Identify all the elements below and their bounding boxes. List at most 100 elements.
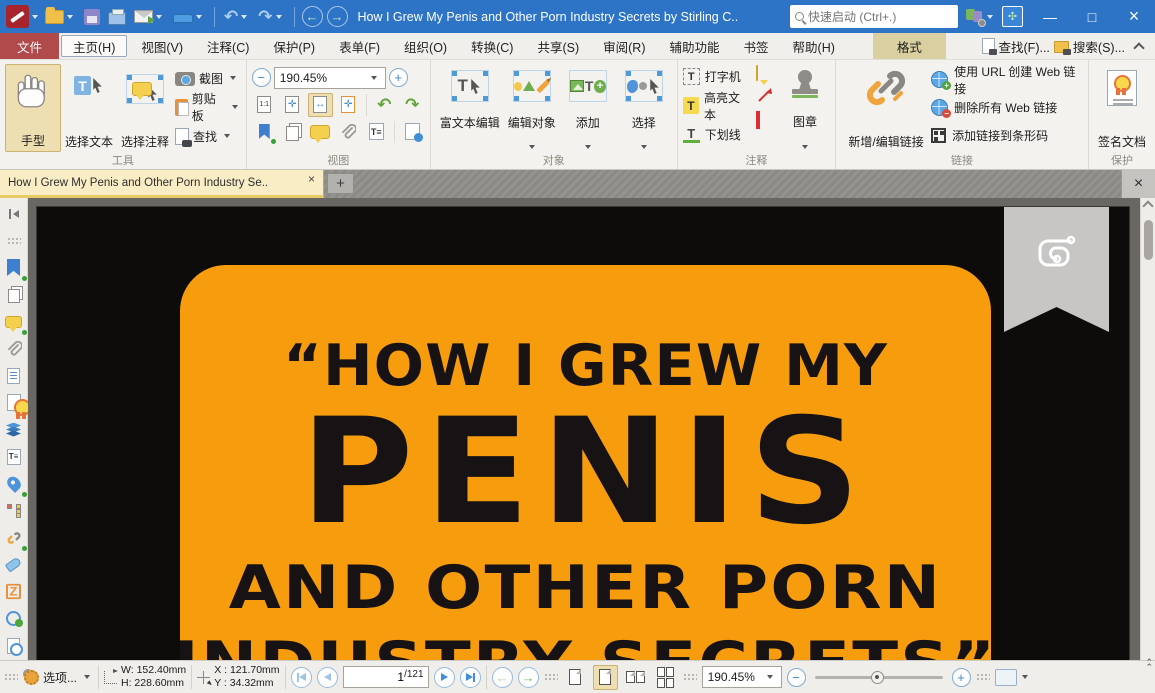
close-document-button[interactable]: × — [1121, 170, 1155, 198]
search-button[interactable]: 搜索(S)... — [1054, 37, 1125, 56]
sidebar-accessibility-report[interactable] — [0, 632, 28, 659]
open-button[interactable] — [41, 3, 80, 31]
tab-close-icon[interactable]: × — [308, 172, 315, 186]
chevron-down-icon[interactable] — [802, 145, 808, 149]
menu-tab[interactable]: 书签 — [732, 33, 781, 59]
chevron-down-icon[interactable] — [529, 145, 535, 149]
quick-launch-input[interactable] — [808, 10, 953, 24]
chevron-down-icon[interactable] — [241, 15, 247, 19]
two-page-layout-button[interactable] — [623, 665, 648, 690]
select-object-button[interactable]: 选择 — [616, 64, 672, 152]
sidebar-structure[interactable] — [0, 497, 28, 524]
drag-dots-icon[interactable] — [544, 673, 558, 681]
comments-pane-button[interactable] — [308, 120, 333, 144]
chevron-down-icon[interactable] — [232, 105, 238, 109]
continuous-layout-button[interactable] — [593, 665, 618, 690]
bookmarks-pane-button[interactable] — [252, 120, 277, 144]
page-number-box[interactable]: /121 — [343, 666, 429, 688]
zoom-slider-thumb[interactable] — [871, 671, 884, 684]
sidebar-comments[interactable] — [0, 308, 28, 335]
menu-tab[interactable]: 转换(C) — [459, 33, 525, 59]
previous-page-button[interactable] — [317, 667, 338, 688]
sidebar-attachments[interactable] — [0, 335, 28, 362]
pane-drag-handle[interactable] — [0, 227, 28, 254]
find-button[interactable]: 查找(F)... — [982, 37, 1050, 56]
menu-tab[interactable]: 主页(H) — [61, 35, 127, 57]
stamp-button[interactable]: 图章 — [780, 64, 830, 152]
menu-tab[interactable]: 视图(V) — [129, 33, 195, 59]
chevron-down-icon[interactable] — [67, 15, 73, 19]
pdf-page[interactable]: “HOW I GREW MY PENIS AND OTHER PORN INDU… — [36, 206, 1130, 660]
sign-document-button[interactable]: 签名文档 — [1094, 64, 1150, 152]
rectangle-annotation-button[interactable] — [756, 113, 774, 127]
zoom-in-button[interactable]: + — [389, 68, 408, 87]
underline-button[interactable]: T下划线 — [683, 122, 750, 147]
scan-button[interactable] — [169, 3, 209, 31]
rotate-cw-button[interactable]: ↷ — [400, 93, 425, 117]
view-back-button[interactable]: ← — [492, 667, 513, 688]
sidebar-links[interactable] — [0, 524, 28, 551]
single-page-layout-button[interactable] — [563, 665, 588, 690]
menu-tab[interactable]: 审阅(R) — [591, 33, 657, 59]
clipboard-button[interactable]: 剪贴板 — [175, 95, 241, 119]
drag-dots-icon[interactable] — [976, 673, 990, 681]
document-tab[interactable]: How I Grew My Penis and Other Porn Indus… — [0, 170, 324, 198]
sticky-note-button[interactable] — [756, 66, 774, 80]
sidebar-fields[interactable] — [0, 362, 28, 389]
next-page-button[interactable] — [434, 667, 455, 688]
attachments-pane-button[interactable] — [336, 120, 361, 144]
fit-page-button[interactable]: ✛ — [280, 93, 305, 117]
sidebar-bookmarks[interactable] — [0, 254, 28, 281]
document-viewport[interactable]: “HOW I GREW MY PENIS AND OTHER PORN INDU… — [28, 198, 1140, 660]
close-button[interactable]: × — [1113, 0, 1155, 33]
sidebar-tags[interactable] — [0, 551, 28, 578]
zoom-slider[interactable] — [815, 676, 943, 679]
sidebar-destinations[interactable] — [0, 470, 28, 497]
chevron-down-icon[interactable] — [987, 15, 993, 19]
app-icon[interactable] — [6, 5, 29, 28]
chevron-down-icon[interactable] — [224, 134, 230, 138]
minimize-button[interactable]: — — [1029, 0, 1071, 33]
redo-button[interactable]: ↷ — [254, 3, 288, 31]
undo-button[interactable]: ↶ — [220, 3, 254, 31]
select-comments-button[interactable]: 选择注释 — [117, 64, 173, 152]
menu-tab[interactable]: 共享(S) — [525, 33, 591, 59]
format-context-tab[interactable]: 格式 — [873, 33, 946, 59]
maximize-button[interactable]: □ — [1071, 0, 1113, 33]
rotate-ccw-button[interactable]: ↶ — [372, 93, 397, 117]
new-tab-button[interactable]: + — [327, 173, 354, 194]
rich-text-edit-button[interactable]: T 富文本编辑 — [436, 64, 504, 152]
chevron-down-icon[interactable] — [32, 15, 38, 19]
theme-settings-button[interactable] — [966, 9, 984, 25]
sidebar-accessibility-check[interactable] — [0, 605, 28, 632]
scroll-up-icon[interactable] — [1142, 200, 1153, 211]
print-button[interactable] — [104, 3, 130, 31]
drag-dots-icon[interactable] — [4, 673, 18, 681]
edit-object-button[interactable]: 编辑对象 — [504, 64, 560, 152]
remove-weblinks-button[interactable]: −删除所有 Web 链接 — [931, 95, 1083, 120]
menu-tab[interactable]: 组织(O) — [392, 33, 459, 59]
sidebar-layers[interactable] — [0, 416, 28, 443]
chevron-down-icon[interactable] — [641, 145, 647, 149]
chevron-down-icon[interactable] — [230, 76, 236, 80]
file-menu-button[interactable]: 文件 — [0, 33, 59, 59]
zoom-level-combo[interactable]: 190.45% — [274, 67, 386, 89]
fit-width-button[interactable]: ↔ — [308, 93, 333, 117]
barcode-link-button[interactable]: 添加链接到条形码 — [931, 123, 1083, 148]
view-forward-button[interactable]: → — [518, 667, 539, 688]
fields-pane-button[interactable]: T≡ — [364, 120, 389, 144]
menu-tab[interactable]: 帮助(H) — [781, 33, 847, 59]
menu-tab[interactable]: 表单(F) — [327, 33, 392, 59]
fullscreen-button[interactable]: ✣ — [1002, 6, 1023, 27]
sidebar-order[interactable]: Z — [0, 578, 28, 605]
statusbar-zoom-out-button[interactable]: − — [787, 668, 806, 687]
chevron-down-icon[interactable] — [276, 15, 282, 19]
arrow-annotation-button[interactable] — [756, 86, 774, 107]
first-page-button[interactable] — [291, 667, 312, 688]
sidebar-signatures[interactable] — [0, 389, 28, 416]
find-tool-button[interactable]: 查找 — [175, 124, 241, 148]
collapse-pane-button[interactable] — [0, 200, 28, 227]
thumbnails-pane-button[interactable] — [280, 120, 305, 144]
vertical-scrollbar[interactable] — [1140, 198, 1155, 660]
fit-visible-button[interactable]: ✛ — [336, 93, 361, 117]
